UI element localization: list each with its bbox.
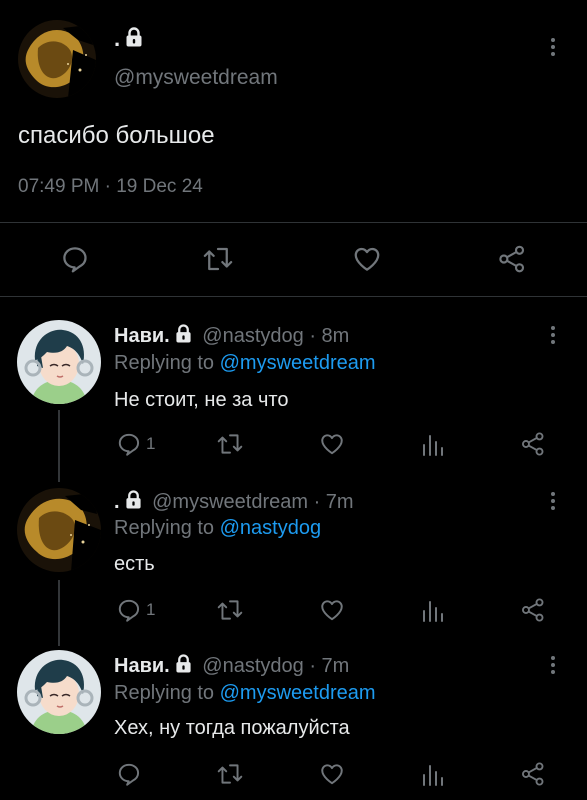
reply-icon: [116, 597, 142, 623]
replying-to: Replying to @nastydog: [114, 517, 322, 539]
display-name[interactable]: Нави.: [114, 655, 170, 677]
mention-link[interactable]: @nastydog: [220, 517, 321, 539]
thread-line: [58, 410, 60, 482]
reply-button[interactable]: [60, 244, 90, 274]
retweet-button[interactable]: [216, 761, 244, 787]
analytics-button[interactable]: [420, 761, 444, 787]
divider: [0, 296, 587, 297]
reply-text: есть: [114, 553, 155, 575]
analytics-button[interactable]: [420, 597, 444, 623]
thread-line: [58, 580, 60, 646]
retweet-button[interactable]: [201, 244, 235, 274]
retweet-icon: [216, 431, 244, 457]
display-name[interactable]: .: [114, 26, 143, 53]
display-name[interactable]: .: [114, 491, 120, 513]
more-icon[interactable]: [551, 38, 555, 59]
reply-icon: [116, 431, 142, 457]
like-button[interactable]: [319, 597, 345, 623]
reply-header: . @mysweetdream · 7m: [114, 490, 354, 515]
share-icon: [520, 761, 546, 787]
display-name[interactable]: Нави.: [114, 325, 170, 347]
more-icon[interactable]: [551, 326, 555, 347]
share-icon: [520, 431, 546, 457]
like-button[interactable]: [352, 244, 382, 274]
reply-text: Хех, ну тогда пожалуйста: [114, 717, 350, 739]
reply-icon: [116, 761, 142, 787]
reply-count: 1: [146, 600, 156, 619]
share-button[interactable]: [497, 244, 527, 274]
handle[interactable]: @nastydog: [202, 655, 303, 677]
divider: [0, 222, 587, 223]
time-ago: · 7m: [309, 655, 350, 677]
retweet-icon: [201, 244, 235, 274]
share-button[interactable]: [520, 597, 546, 623]
time-ago: · 7m: [313, 491, 354, 513]
like-icon: [319, 761, 345, 787]
reply-count: 1: [146, 434, 156, 453]
mention-link[interactable]: @mysweetdream: [220, 682, 376, 704]
more-icon[interactable]: [551, 492, 555, 513]
time-ago: · 8m: [309, 325, 350, 347]
handle[interactable]: @nastydog: [202, 325, 303, 347]
lock-icon: [175, 654, 192, 679]
analytics-icon: [420, 761, 444, 787]
retweet-icon: [216, 761, 244, 787]
retweet-icon: [216, 597, 244, 623]
reply-button[interactable]: 1: [116, 431, 155, 457]
share-button[interactable]: [520, 431, 546, 457]
lock-icon: [125, 27, 143, 53]
mention-link[interactable]: @mysweetdream: [220, 352, 376, 374]
handle[interactable]: @mysweetdream: [114, 66, 278, 90]
like-icon: [319, 431, 345, 457]
avatar-nastydog[interactable]: [17, 650, 101, 734]
share-icon: [520, 597, 546, 623]
reply-header: Нави. @nastydog · 7m: [114, 654, 349, 679]
reply-icon: [60, 244, 90, 274]
tweet-text: спасибо большое: [18, 122, 215, 149]
reply-button[interactable]: [116, 761, 146, 787]
avatar-nastydog[interactable]: [17, 320, 101, 404]
share-icon: [497, 244, 527, 274]
replying-to: Replying to @mysweetdream: [114, 352, 376, 374]
retweet-button[interactable]: [216, 597, 244, 623]
reply-header: Нави. @nastydog · 8m: [114, 324, 349, 349]
like-button[interactable]: [319, 431, 345, 457]
analytics-button[interactable]: [420, 431, 444, 457]
reply-button[interactable]: 1: [116, 597, 155, 623]
retweet-button[interactable]: [216, 431, 244, 457]
timestamp: 07:49 PM · 19 Dec 24: [18, 176, 203, 197]
analytics-icon: [420, 431, 444, 457]
share-button[interactable]: [520, 761, 546, 787]
like-button[interactable]: [319, 761, 345, 787]
analytics-icon: [420, 597, 444, 623]
avatar-mysweetdream[interactable]: [17, 488, 101, 572]
lock-icon: [175, 324, 192, 349]
replying-to: Replying to @mysweetdream: [114, 682, 376, 704]
handle[interactable]: @mysweetdream: [152, 491, 308, 513]
lock-icon: [125, 490, 142, 515]
more-icon[interactable]: [551, 656, 555, 677]
reply-text: Не стоит, не за что: [114, 389, 289, 411]
like-icon: [319, 597, 345, 623]
avatar-mysweetdream[interactable]: [18, 20, 96, 98]
like-icon: [352, 244, 382, 274]
